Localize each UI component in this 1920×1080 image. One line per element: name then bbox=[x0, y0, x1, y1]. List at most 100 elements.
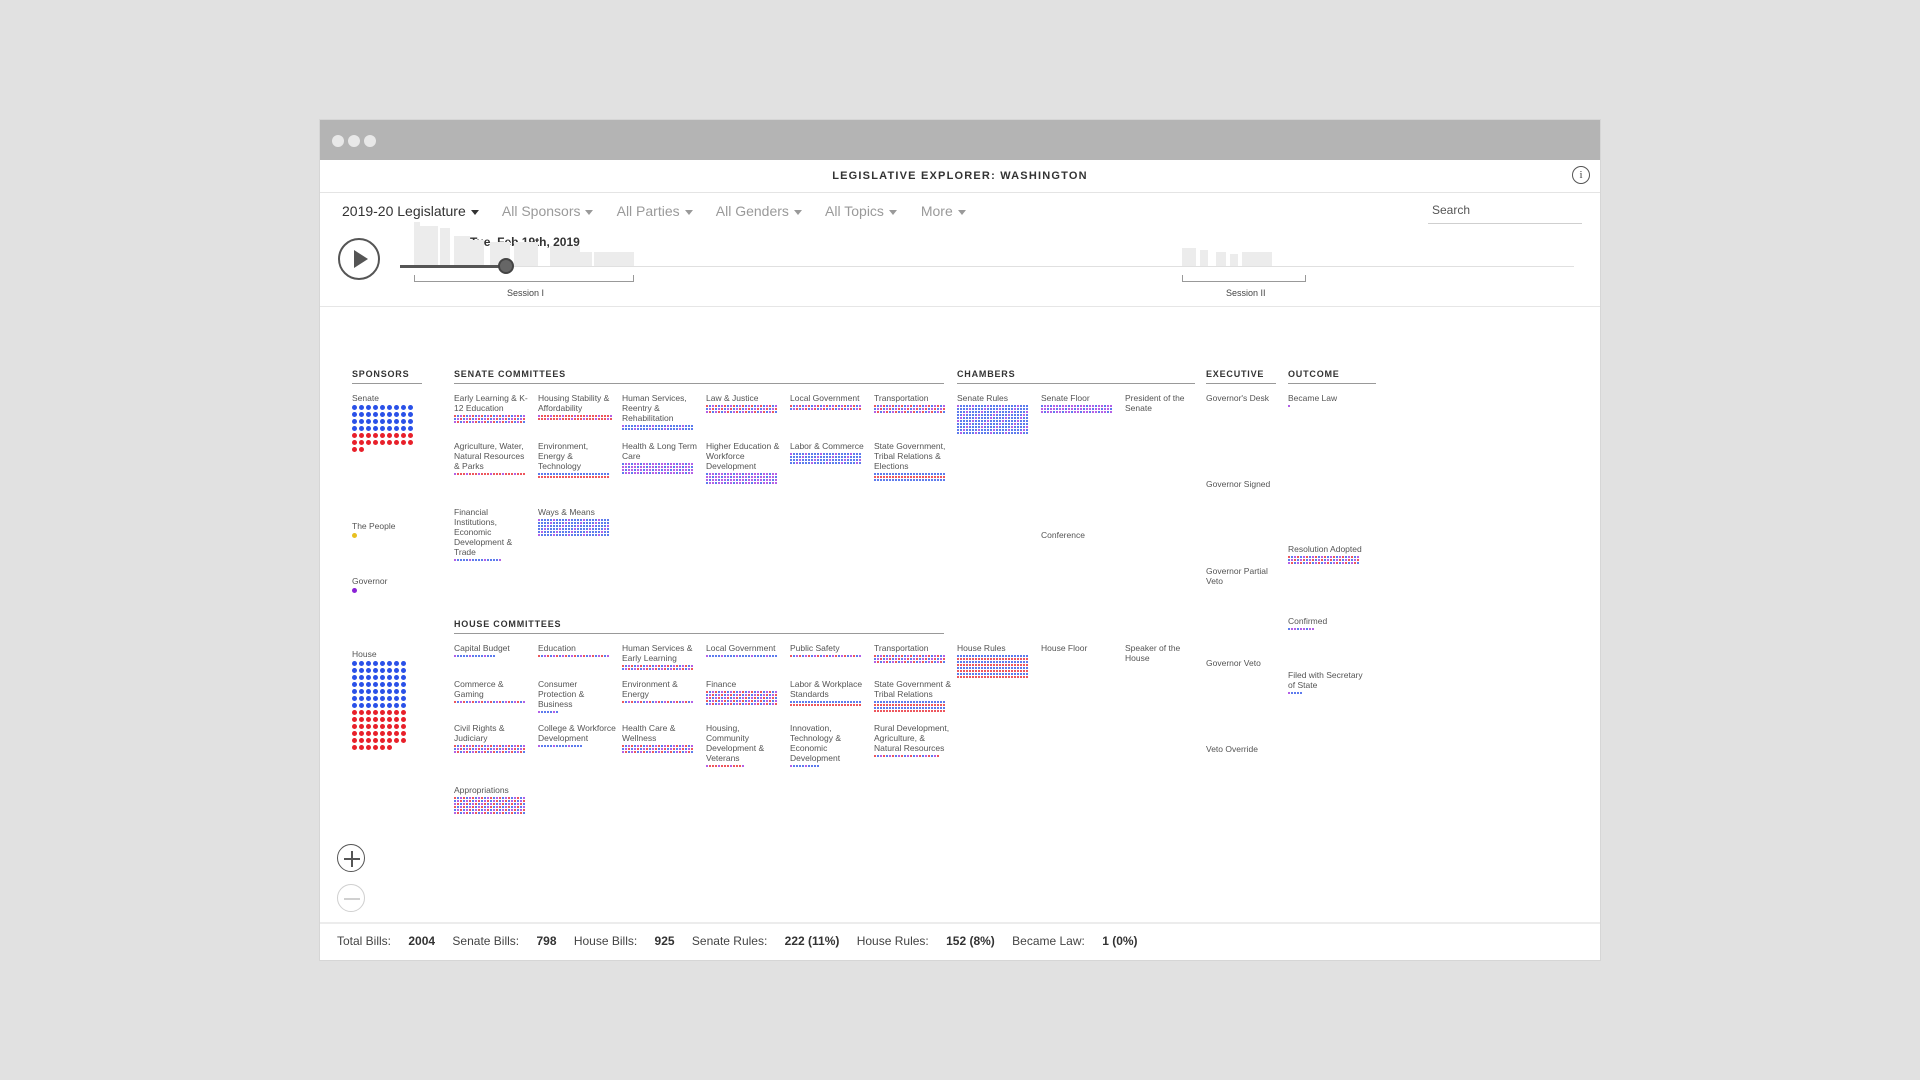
bill-dot[interactable] bbox=[811, 456, 813, 458]
node[interactable]: Public Safety bbox=[790, 643, 868, 657]
bill-dot[interactable] bbox=[490, 418, 492, 420]
bill-dot[interactable] bbox=[931, 479, 933, 481]
bill-dot[interactable] bbox=[754, 655, 756, 657]
bill-dot[interactable] bbox=[877, 411, 879, 413]
bill-dot[interactable] bbox=[736, 691, 738, 693]
bill-dot[interactable] bbox=[1288, 559, 1290, 561]
bill-dot[interactable] bbox=[484, 559, 486, 561]
bill-dot[interactable] bbox=[763, 411, 765, 413]
bill-dot[interactable] bbox=[359, 710, 364, 715]
bill-dot[interactable] bbox=[769, 408, 771, 410]
bill-dot[interactable] bbox=[739, 411, 741, 413]
bill-dot[interactable] bbox=[1080, 405, 1082, 407]
bill-dot[interactable] bbox=[475, 800, 477, 802]
bill-dot[interactable] bbox=[928, 755, 930, 757]
bill-dot[interactable] bbox=[724, 405, 726, 407]
bill-dot[interactable] bbox=[709, 411, 711, 413]
bill-dot[interactable] bbox=[978, 676, 980, 678]
bill-dot[interactable] bbox=[571, 745, 573, 747]
bill-dot[interactable] bbox=[670, 469, 672, 471]
bill-dot[interactable] bbox=[706, 408, 708, 410]
bill-dot[interactable] bbox=[1011, 658, 1013, 660]
bill-dot[interactable] bbox=[481, 800, 483, 802]
bill-dot[interactable] bbox=[607, 525, 609, 527]
bill-dot[interactable] bbox=[742, 700, 744, 702]
bill-dot[interactable] bbox=[544, 531, 546, 533]
bill-dot[interactable] bbox=[799, 765, 801, 767]
bill-dot[interactable] bbox=[969, 408, 971, 410]
bill-dot[interactable] bbox=[715, 405, 717, 407]
bill-dot[interactable] bbox=[904, 658, 906, 660]
bill-dot[interactable] bbox=[574, 418, 576, 420]
bill-dot[interactable] bbox=[643, 472, 645, 474]
bill-dot[interactable] bbox=[999, 408, 1001, 410]
bill-dot[interactable] bbox=[568, 655, 570, 657]
bill-dot[interactable] bbox=[913, 661, 915, 663]
bill-dot[interactable] bbox=[359, 440, 364, 445]
bill-dot[interactable] bbox=[691, 472, 693, 474]
bill-dot[interactable] bbox=[520, 809, 522, 811]
node[interactable]: Agriculture, Water, Natural Resources & … bbox=[454, 441, 532, 475]
bill-dot[interactable] bbox=[754, 408, 756, 410]
bill-dot[interactable] bbox=[631, 668, 633, 670]
bill-dot[interactable] bbox=[589, 528, 591, 530]
bill-dot[interactable] bbox=[1020, 423, 1022, 425]
bill-dot[interactable] bbox=[844, 408, 846, 410]
node[interactable]: College & Workforce Development bbox=[538, 723, 616, 747]
bill-dot[interactable] bbox=[748, 694, 750, 696]
bill-dot[interactable] bbox=[394, 668, 399, 673]
bill-dot[interactable] bbox=[718, 765, 720, 767]
bill-dot[interactable] bbox=[844, 655, 846, 657]
bill-dot[interactable] bbox=[670, 466, 672, 468]
bill-dot[interactable] bbox=[775, 476, 777, 478]
bill-dot[interactable] bbox=[580, 415, 582, 417]
bill-dot[interactable] bbox=[925, 701, 927, 703]
bill-dot[interactable] bbox=[637, 466, 639, 468]
bill-dot[interactable] bbox=[960, 426, 962, 428]
window-maximize-dot[interactable] bbox=[364, 135, 376, 147]
bill-dot[interactable] bbox=[622, 466, 624, 468]
bill-dot[interactable] bbox=[643, 745, 645, 747]
bill-dot[interactable] bbox=[598, 525, 600, 527]
bill-dot[interactable] bbox=[969, 414, 971, 416]
bill-dot[interactable] bbox=[380, 717, 385, 722]
bill-dot[interactable] bbox=[907, 411, 909, 413]
bill-dot[interactable] bbox=[751, 405, 753, 407]
node[interactable]: Health & Long Term Care bbox=[622, 441, 700, 474]
bill-dot[interactable] bbox=[916, 655, 918, 657]
bill-dot[interactable] bbox=[688, 463, 690, 465]
bill-dot[interactable] bbox=[724, 691, 726, 693]
bill-dot[interactable] bbox=[380, 426, 385, 431]
bill-dot[interactable] bbox=[463, 800, 465, 802]
bill-dot[interactable] bbox=[721, 405, 723, 407]
bill-dot[interactable] bbox=[583, 476, 585, 478]
bill-dot[interactable] bbox=[889, 405, 891, 407]
bill-dot[interactable] bbox=[856, 405, 858, 407]
bill-dot[interactable] bbox=[727, 694, 729, 696]
bill-dot[interactable] bbox=[1297, 559, 1299, 561]
bill-dot[interactable] bbox=[718, 697, 720, 699]
bill-dot[interactable] bbox=[981, 673, 983, 675]
bill-dot[interactable] bbox=[643, 701, 645, 703]
bill-dot[interactable] bbox=[763, 697, 765, 699]
bill-dot[interactable] bbox=[733, 697, 735, 699]
bill-dot[interactable] bbox=[817, 655, 819, 657]
bill-dot[interactable] bbox=[745, 700, 747, 702]
bill-dot[interactable] bbox=[877, 405, 879, 407]
bill-dot[interactable] bbox=[715, 411, 717, 413]
bill-dot[interactable] bbox=[359, 433, 364, 438]
bill-dot[interactable] bbox=[805, 408, 807, 410]
bill-dot[interactable] bbox=[508, 473, 510, 475]
node[interactable]: Human Services, Reentry & Rehabilitation bbox=[622, 393, 700, 430]
bill-dot[interactable] bbox=[1008, 661, 1010, 663]
bill-dot[interactable] bbox=[466, 655, 468, 657]
bill-dot[interactable] bbox=[709, 703, 711, 705]
bill-dot[interactable] bbox=[466, 415, 468, 417]
bill-dot[interactable] bbox=[571, 418, 573, 420]
bill-dot[interactable] bbox=[733, 482, 735, 484]
bill-dot[interactable] bbox=[574, 519, 576, 521]
bill-dot[interactable] bbox=[892, 655, 894, 657]
bill-dot[interactable] bbox=[538, 745, 540, 747]
bill-dot[interactable] bbox=[739, 479, 741, 481]
bill-dot[interactable] bbox=[514, 806, 516, 808]
